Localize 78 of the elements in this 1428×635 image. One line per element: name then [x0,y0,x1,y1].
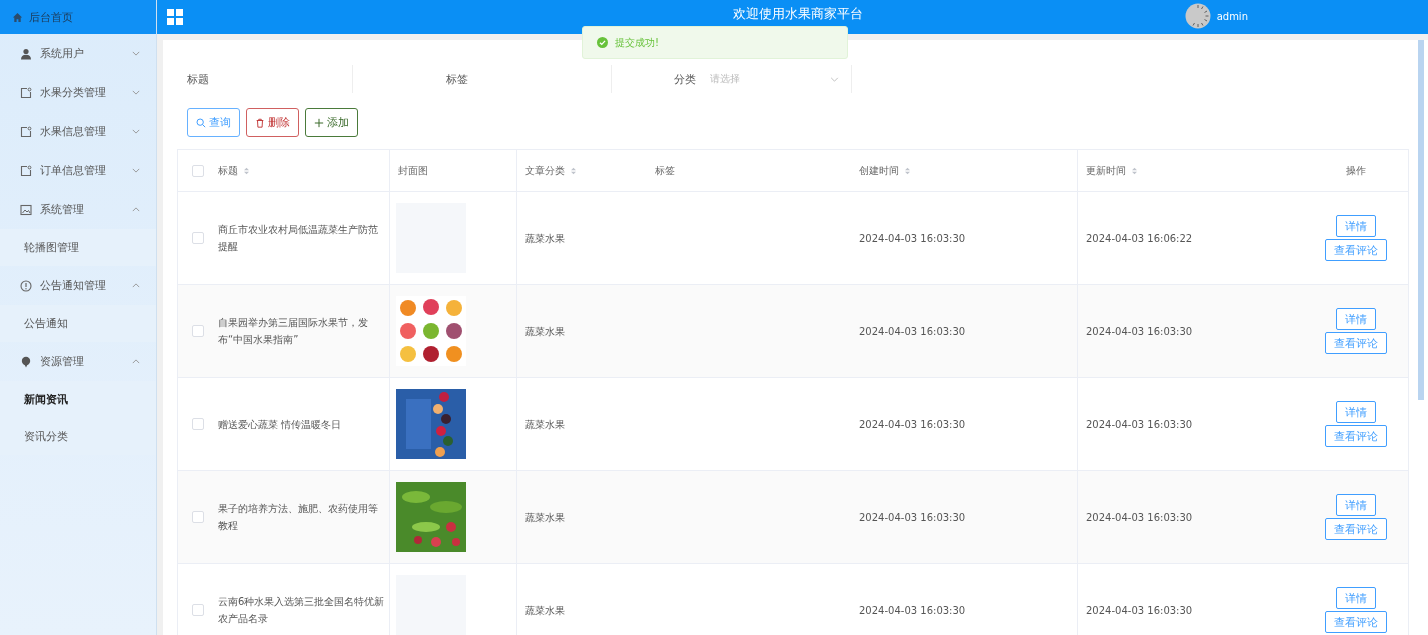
updated-time: 2024-04-03 16:06:22 [1086,231,1194,246]
grid-menu-icon[interactable] [167,9,183,25]
scrollbar[interactable] [1414,40,1428,635]
document-icon [20,125,32,138]
filter-label: 标签 [446,71,468,87]
category-text: 蔬菜水果 [525,324,566,339]
menu-item[interactable]: 水果分类管理 [0,73,156,112]
plus-icon [314,117,324,128]
updated-time: 2024-04-03 16:03:30 [1086,417,1194,432]
category-text: 蔬菜水果 [525,510,566,525]
article-title: 云南6种水果入选第三批全国名特优新农产品名录 [218,595,386,626]
header-title: 欢迎使用水果商家平台 [733,6,863,22]
chevron-up-icon [132,283,140,288]
username[interactable]: admin [1216,10,1248,22]
updated-time: 2024-04-03 16:03:30 [1086,603,1194,618]
menu-item[interactable]: 资源管理 [0,342,156,381]
column-header[interactable]: 标题 [218,163,250,178]
updated-time: 2024-04-03 16:03:30 [1086,324,1194,339]
category-text: 蔬菜水果 [525,603,566,618]
menu-item[interactable]: 系统用户 [0,34,156,73]
image-icon [20,203,32,216]
category-text: 蔬菜水果 [525,417,566,432]
submenu-item[interactable]: 轮播图管理 [0,229,156,266]
created-time: 2024-04-03 16:03:30 [859,510,967,525]
sort-icon[interactable] [904,165,911,176]
column-header[interactable]: 更新时间 [1086,163,1138,178]
column-header: 标签 [655,163,675,178]
home-menu-item[interactable]: 后台首页 [0,0,156,34]
sort-icon[interactable] [243,165,250,176]
menu-item[interactable]: 水果信息管理 [0,112,156,151]
menu-item[interactable]: 公告通知管理 [0,266,156,305]
column-header[interactable]: 文章分类 [525,163,577,178]
chevron-down-icon [132,90,140,95]
created-time: 2024-04-03 16:03:30 [859,603,967,618]
select-all-checkbox[interactable] [192,164,204,177]
chevron-down-icon [830,76,839,82]
category-text: 蔬菜水果 [525,231,566,246]
delete-button[interactable]: 删除 [246,108,299,137]
filter-label: 分类 [674,71,696,87]
row-checkbox[interactable] [192,232,204,244]
chevron-down-icon [132,51,140,56]
document-icon [20,164,32,177]
row-checkbox[interactable] [192,604,204,616]
chevron-down-icon [132,168,140,173]
menu-item[interactable]: 系统管理 [0,190,156,229]
created-time: 2024-04-03 16:03:30 [859,417,967,432]
chevron-down-icon [132,129,140,134]
sort-icon[interactable] [1131,165,1138,176]
add-button[interactable]: 添加 [305,108,358,137]
column-header[interactable]: 创建时间 [859,163,911,178]
toast-message: 提交成功! [615,35,659,50]
sort-icon[interactable] [570,165,577,176]
created-time: 2024-04-03 16:03:30 [859,231,967,246]
chevron-up-icon [132,359,140,364]
user-icon [20,47,32,60]
row-checkbox[interactable] [192,511,204,523]
avatar-icon[interactable] [1184,3,1211,29]
column-header: 操作 [1346,163,1366,178]
article-title: 赠送爱心蔬菜 情传温暖冬日 [218,417,343,432]
chevron-up-icon [132,207,140,212]
trash-icon [255,117,265,128]
updated-time: 2024-04-03 16:03:30 [1086,510,1194,525]
article-title: 自果园举办第三届国际水果节，发布“中国水果指南” [218,316,369,347]
success-check-icon [597,37,608,48]
row-checkbox[interactable] [192,325,204,337]
submenu-item[interactable]: 公告通知 [0,305,156,342]
article-title: 商丘市农业农村局低温蔬菜生产防范提醒 [218,223,379,254]
column-header: 封面图 [398,163,428,178]
article-title: 果子的培养方法、施肥、农药使用等教程 [218,502,379,533]
info-icon [20,279,32,292]
row-checkbox[interactable] [192,418,204,430]
location-pin-icon [20,355,32,368]
home-icon [12,11,23,23]
search-icon [196,117,206,128]
created-time: 2024-04-03 16:03:30 [859,324,967,339]
filter-label: 标题 [187,71,209,87]
document-icon [20,86,32,99]
menu-item[interactable]: 订单信息管理 [0,151,156,190]
